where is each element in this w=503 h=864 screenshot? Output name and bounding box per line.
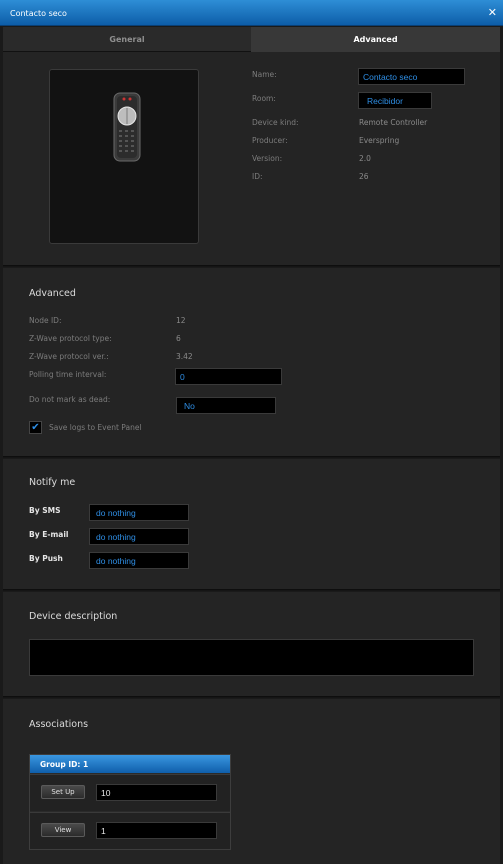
id-value: 26 (359, 172, 369, 181)
window-title: Contacto seco (10, 9, 67, 18)
device-image (49, 69, 199, 244)
name-field[interactable]: Contacto seco (358, 68, 465, 85)
push-select[interactable]: do nothing (89, 552, 189, 569)
notify-heading: Notify me (29, 477, 76, 488)
setup-button[interactable]: Set Up (41, 785, 85, 799)
divider (3, 696, 500, 698)
zwave-type-label: Z-Wave protocol type: (29, 334, 112, 343)
divider (3, 589, 500, 591)
email-select[interactable]: do nothing (89, 528, 189, 545)
node-id-label: Node ID: (29, 316, 62, 325)
group-title: Group ID: 1 (30, 755, 230, 773)
node-id-value: 12 (176, 316, 186, 325)
sms-select[interactable]: do nothing (89, 504, 189, 521)
id-label: ID: (252, 172, 263, 181)
polling-input[interactable]: 0 (175, 368, 282, 385)
view-input[interactable]: 1 (96, 822, 217, 839)
save-logs-checkbox[interactable]: ✔ (29, 421, 42, 434)
tab-bar: General Advanced (3, 27, 500, 52)
sms-label: By SMS (29, 506, 61, 515)
description-textarea[interactable] (29, 639, 474, 676)
name-label: Name: (252, 70, 277, 79)
setup-row: Set Up 10 (30, 774, 230, 811)
tab-advanced[interactable]: Advanced (251, 27, 500, 52)
zwave-ver-label: Z-Wave protocol ver.: (29, 352, 109, 361)
window-titlebar: Contacto seco ✕ (0, 0, 503, 26)
polling-label: Polling time interval: (29, 370, 107, 379)
tab-general[interactable]: General (3, 27, 251, 52)
version-label: Version: (252, 154, 283, 163)
association-group: Group ID: 1 Set Up 10 View 1 (29, 754, 231, 850)
dead-label: Do not mark as dead: (29, 395, 111, 404)
divider (3, 265, 500, 267)
device-kind-label: Device kind: (252, 118, 299, 127)
notify-section (3, 459, 500, 589)
room-select[interactable]: Recibidor (358, 92, 432, 109)
push-label: By Push (29, 554, 63, 563)
view-row: View 1 (30, 812, 230, 849)
divider (3, 456, 500, 458)
room-label: Room: (252, 94, 276, 103)
remote-controller-icon (113, 92, 141, 162)
dead-select[interactable]: No (176, 397, 276, 414)
producer-label: Producer: (252, 136, 288, 145)
advanced-heading: Advanced (29, 288, 76, 299)
zwave-type-value: 6 (176, 334, 181, 343)
setup-input[interactable]: 10 (96, 784, 217, 801)
check-icon: ✔ (31, 422, 40, 433)
view-button[interactable]: View (41, 823, 85, 837)
email-label: By E-mail (29, 530, 69, 539)
producer-value: Everspring (359, 136, 400, 145)
device-kind-value: Remote Controller (359, 118, 428, 127)
associations-heading: Associations (29, 719, 89, 730)
save-logs-label: Save logs to Event Panel (49, 423, 142, 432)
zwave-ver-value: 3.42 (176, 352, 193, 361)
version-value: 2.0 (359, 154, 371, 163)
description-heading: Device description (29, 611, 118, 622)
close-icon[interactable]: ✕ (488, 7, 497, 18)
